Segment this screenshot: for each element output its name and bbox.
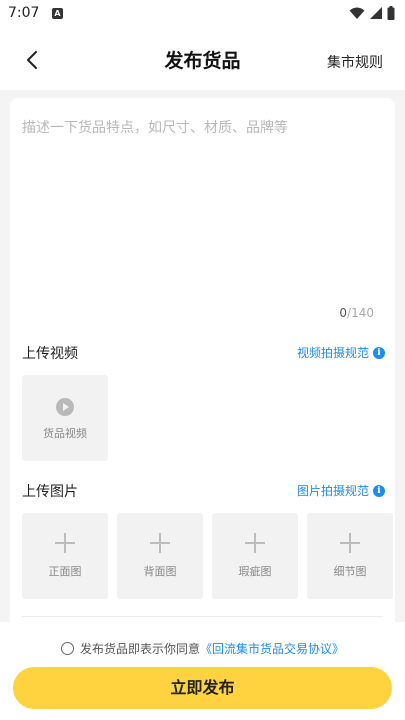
status-bar: 7:07 A [0, 0, 405, 28]
char-max: /140 [347, 306, 374, 320]
market-rules-link[interactable]: 集市规则 [327, 52, 383, 72]
image-guide-label: 图片拍摄规范 [296, 484, 369, 498]
plus-icon [245, 533, 265, 553]
image-guide-link[interactable]: 图片拍摄规范 i [297, 482, 385, 499]
plus-icon [55, 533, 75, 553]
notification-icon: A [52, 8, 63, 19]
tile-label: 背面图 [143, 565, 177, 578]
bottom-action-bar: 发布货品即表示你同意 《回流集市货品交易协议》 立即发布 [0, 622, 405, 720]
battery-icon [387, 6, 395, 20]
tile-label: 货品视频 [43, 427, 87, 440]
agreement-row: 发布货品即表示你同意 《回流集市货品交易协议》 [0, 640, 405, 657]
video-guide-label: 视频拍摄规范 [296, 346, 369, 360]
char-count: 0 [339, 306, 348, 320]
plus-icon [340, 533, 360, 553]
upload-defect-image[interactable]: 瑕疵图 [212, 513, 298, 599]
upload-video-title: 上传视频 [22, 346, 78, 362]
char-counter: 0/140 [339, 306, 374, 320]
divider [22, 616, 383, 617]
signal-icon [370, 7, 382, 19]
play-icon [56, 398, 74, 416]
tile-label: 瑕疵图 [238, 565, 272, 578]
agreement-text: 发布货品即表示你同意 [79, 642, 200, 656]
nav-bar: 发布货品 集市规则 [0, 28, 405, 90]
info-icon: i [373, 346, 385, 359]
upload-detail-image[interactable]: 细节图 [307, 513, 393, 599]
wifi-icon [349, 7, 365, 19]
status-indicators [349, 6, 395, 20]
tile-label: 细节图 [333, 565, 367, 578]
agreement-link[interactable]: 《回流集市货品交易协议》 [200, 640, 344, 657]
tile-label: 正面图 [48, 565, 82, 578]
description-input[interactable]: 描述一下货品特点，如尺寸、材质、品牌等 [22, 118, 382, 308]
publish-form-card: 描述一下货品特点，如尺寸、材质、品牌等 0/140 上传视频 视频拍摄规范 i … [10, 98, 395, 638]
upload-video-tile[interactable]: 货品视频 [22, 375, 108, 461]
plus-icon [150, 533, 170, 553]
status-time: 7:07 [8, 5, 40, 21]
info-icon: i [373, 484, 385, 497]
publish-button[interactable]: 立即发布 [13, 667, 392, 709]
upload-front-image[interactable]: 正面图 [22, 513, 108, 599]
agreement-radio[interactable] [60, 642, 74, 655]
video-guide-link[interactable]: 视频拍摄规范 i [297, 344, 385, 361]
upload-back-image[interactable]: 背面图 [117, 513, 203, 599]
upload-image-title: 上传图片 [22, 484, 78, 500]
